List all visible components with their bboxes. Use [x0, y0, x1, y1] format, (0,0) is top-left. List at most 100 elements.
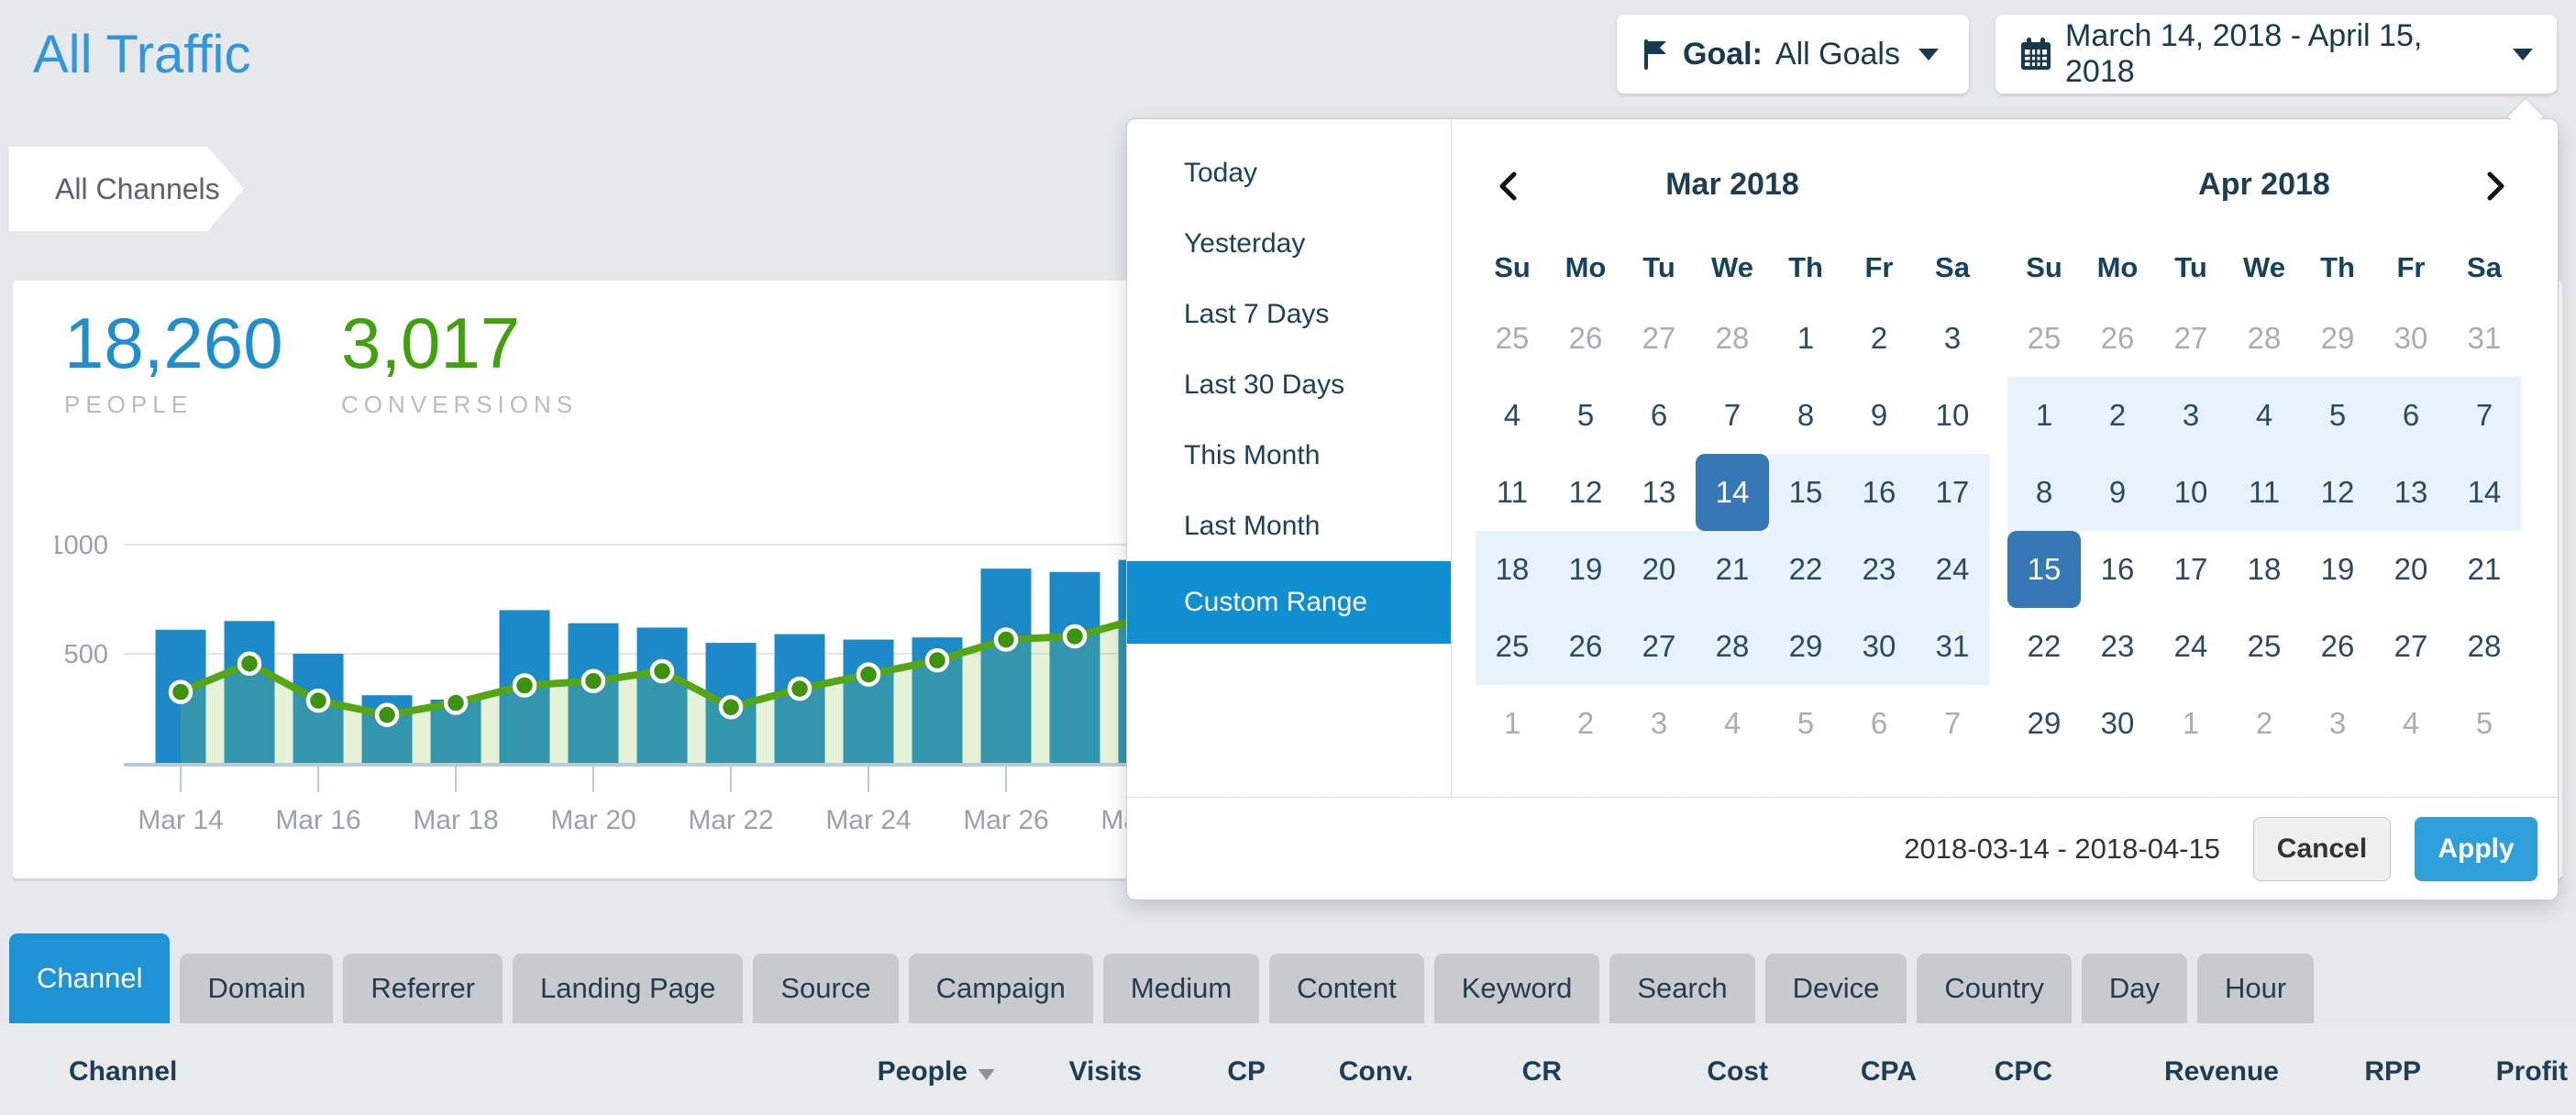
tab-campaign[interactable]: Campaign [909, 954, 1093, 1023]
day-cell[interactable]: 7 [1696, 377, 1769, 454]
day-cell[interactable]: 9 [1842, 377, 1916, 454]
line-marker-mar-17[interactable] [377, 705, 397, 725]
tab-referrer[interactable]: Referrer [343, 954, 503, 1023]
day-cell[interactable]: 8 [2007, 454, 2081, 531]
day-cell[interactable]: 9 [2081, 454, 2154, 531]
tab-search[interactable]: Search [1609, 954, 1754, 1023]
day-cell[interactable]: 26 [1549, 300, 1622, 377]
day-cell[interactable]: 26 [2081, 300, 2154, 377]
day-cell[interactable]: 14 [2448, 454, 2521, 531]
column-header-cost[interactable]: Cost [1707, 1056, 1768, 1087]
column-header-revenue[interactable]: Revenue [2164, 1056, 2279, 1087]
day-cell[interactable]: 23 [1842, 531, 1916, 608]
column-header-channel[interactable]: Channel [69, 1056, 177, 1087]
tab-hour[interactable]: Hour [2197, 954, 2314, 1023]
day-cell[interactable]: 26 [2301, 608, 2374, 685]
column-header-visits[interactable]: Visits [1069, 1056, 1143, 1087]
day-cell[interactable]: 25 [2228, 608, 2301, 685]
day-cell[interactable]: 22 [2007, 608, 2081, 685]
column-header-conv-[interactable]: Conv. [1339, 1056, 1413, 1087]
day-cell[interactable]: 12 [1549, 454, 1622, 531]
day-cell[interactable]: 11 [2228, 454, 2301, 531]
day-cell[interactable]: 16 [1842, 454, 1916, 531]
preset-today[interactable]: Today [1127, 138, 1451, 208]
tab-content[interactable]: Content [1269, 954, 1424, 1023]
day-cell[interactable]: 17 [2154, 531, 2228, 608]
day-cell[interactable]: 5 [1769, 685, 1842, 762]
day-cell[interactable]: 31 [2448, 300, 2521, 377]
column-header-rpp[interactable]: RPP [2364, 1056, 2421, 1087]
line-marker-mar-25[interactable] [927, 650, 947, 670]
day-cell[interactable]: 22 [1769, 531, 1842, 608]
day-cell[interactable]: 26 [1549, 608, 1622, 685]
tab-day[interactable]: Day [2082, 954, 2187, 1023]
tab-source[interactable]: Source [753, 954, 898, 1023]
day-cell[interactable]: 3 [2301, 685, 2374, 762]
day-cell[interactable]: 3 [1622, 685, 1696, 762]
day-cell[interactable]: 25 [1476, 300, 1549, 377]
day-cell[interactable]: 2 [2228, 685, 2301, 762]
day-cell[interactable]: 3 [2154, 377, 2228, 454]
preset-last-7-days[interactable]: Last 7 Days [1127, 279, 1451, 349]
line-marker-mar-26[interactable] [996, 630, 1016, 650]
day-cell[interactable]: 4 [1476, 377, 1549, 454]
day-cell[interactable]: 8 [1769, 377, 1842, 454]
column-header-cpc[interactable]: CPC [1995, 1056, 2052, 1087]
day-cell[interactable]: 23 [2081, 608, 2154, 685]
preset-this-month[interactable]: This Month [1127, 420, 1451, 491]
day-cell[interactable]: 27 [2154, 300, 2228, 377]
column-header-people[interactable]: People [878, 1056, 995, 1087]
day-cell[interactable]: 10 [1916, 377, 1989, 454]
day-cell[interactable]: 15 [1769, 454, 1842, 531]
line-marker-mar-21[interactable] [652, 661, 672, 681]
day-cell[interactable]: 2 [1842, 300, 1916, 377]
day-cell[interactable]: 12 [2301, 454, 2374, 531]
day-cell[interactable]: 10 [2154, 454, 2228, 531]
line-marker-mar-15[interactable] [239, 654, 260, 674]
day-cell[interactable]: 27 [2374, 608, 2448, 685]
day-cell[interactable]: 2 [2081, 377, 2154, 454]
column-header-cr[interactable]: CR [1522, 1056, 1562, 1087]
day-cell[interactable]: 27 [1622, 300, 1696, 377]
column-header-profit[interactable]: Profit [2496, 1056, 2568, 1087]
day-cell[interactable]: 30 [2374, 300, 2448, 377]
column-header-cp[interactable]: CP [1227, 1056, 1266, 1087]
day-cell[interactable]: 29 [2301, 300, 2374, 377]
line-marker-mar-24[interactable] [858, 665, 879, 685]
line-marker-mar-23[interactable] [790, 679, 810, 699]
day-cell[interactable]: 29 [2007, 685, 2081, 762]
day-cell[interactable]: 25 [1476, 608, 1549, 685]
line-marker-mar-27[interactable] [1065, 626, 1085, 646]
day-cell[interactable]: 24 [2154, 608, 2228, 685]
day-cell[interactable]: 28 [2448, 608, 2521, 685]
day-cell[interactable]: 6 [1842, 685, 1916, 762]
day-cell[interactable]: 3 [1916, 300, 1989, 377]
day-cell[interactable]: 19 [2301, 531, 2374, 608]
day-cell[interactable]: 6 [2374, 377, 2448, 454]
tab-domain[interactable]: Domain [180, 954, 333, 1023]
day-cell[interactable]: 29 [1769, 608, 1842, 685]
day-cell[interactable]: 1 [2007, 377, 2081, 454]
tab-keyword[interactable]: Keyword [1434, 954, 1600, 1023]
day-cell[interactable]: 6 [1622, 377, 1696, 454]
day-cell[interactable]: 18 [2228, 531, 2301, 608]
apply-button[interactable]: Apply [2415, 817, 2537, 881]
day-cell-selected[interactable]: 14 [1696, 454, 1769, 531]
day-cell[interactable]: 13 [1622, 454, 1696, 531]
day-cell[interactable]: 1 [1769, 300, 1842, 377]
day-cell[interactable]: 18 [1476, 531, 1549, 608]
line-marker-mar-14[interactable] [171, 682, 191, 702]
day-cell[interactable]: 5 [2448, 685, 2521, 762]
day-cell[interactable]: 4 [2228, 377, 2301, 454]
breadcrumb[interactable]: All Channels [9, 147, 244, 231]
day-cell[interactable]: 30 [2081, 685, 2154, 762]
line-marker-mar-19[interactable] [514, 676, 535, 696]
day-cell[interactable]: 1 [2154, 685, 2228, 762]
day-cell[interactable]: 25 [2007, 300, 2081, 377]
day-cell[interactable]: 16 [2081, 531, 2154, 608]
day-cell[interactable]: 5 [2301, 377, 2374, 454]
preset-custom-range[interactable]: Custom Range [1127, 561, 1451, 644]
tab-medium[interactable]: Medium [1103, 954, 1259, 1023]
line-marker-mar-20[interactable] [583, 671, 603, 691]
preset-yesterday[interactable]: Yesterday [1127, 208, 1451, 279]
